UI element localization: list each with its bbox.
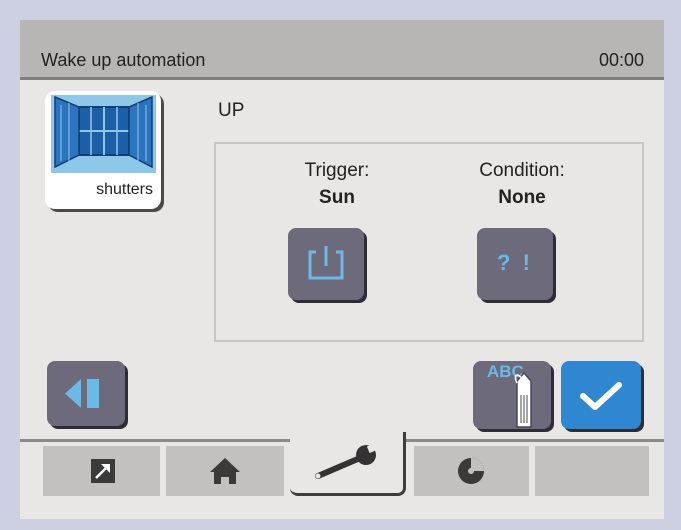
rename-button[interactable]: ABC bbox=[473, 361, 551, 429]
checkmark-icon bbox=[580, 382, 622, 410]
tab-media[interactable] bbox=[414, 446, 529, 496]
automation-screen: Wake up automation 00:00 shutters UP Tri… bbox=[20, 20, 664, 519]
trigger-heading: Trigger: bbox=[304, 160, 370, 181]
tab-home[interactable] bbox=[166, 446, 284, 496]
tab-export[interactable] bbox=[43, 446, 160, 496]
device-label: shutters bbox=[96, 181, 153, 198]
tab-divider-left bbox=[20, 439, 290, 442]
trigger-value: Sun bbox=[319, 187, 355, 208]
clock: 00:00 bbox=[598, 50, 644, 70]
tab-empty[interactable] bbox=[535, 446, 649, 496]
home-icon bbox=[210, 458, 240, 484]
trigger-condition-panel: Trigger: Sun Condition: None ? ! bbox=[214, 142, 644, 342]
device-tile[interactable]: shutters bbox=[45, 91, 161, 209]
page-title: Wake up automation bbox=[41, 50, 206, 70]
tab-settings[interactable] bbox=[290, 432, 406, 496]
tag-icon bbox=[514, 371, 532, 428]
power-icon bbox=[308, 246, 344, 280]
disc-icon bbox=[458, 458, 484, 484]
confirm-button[interactable] bbox=[561, 361, 641, 429]
back-button[interactable] bbox=[47, 361, 125, 426]
condition-value: None bbox=[498, 187, 546, 208]
condition-heading: Condition: bbox=[479, 160, 565, 181]
direction-label: UP bbox=[218, 100, 245, 121]
title-bar: Wake up automation 00:00 bbox=[20, 20, 664, 80]
condition-button[interactable]: ? ! bbox=[477, 228, 553, 300]
condition-button-label: ? ! bbox=[497, 250, 533, 275]
shutters-icon bbox=[51, 95, 156, 173]
tab-divider-right bbox=[406, 439, 664, 442]
trigger-button[interactable] bbox=[288, 228, 364, 300]
arrow-out-icon bbox=[91, 459, 115, 483]
back-icon bbox=[65, 379, 99, 408]
wrench-icon bbox=[315, 442, 381, 479]
